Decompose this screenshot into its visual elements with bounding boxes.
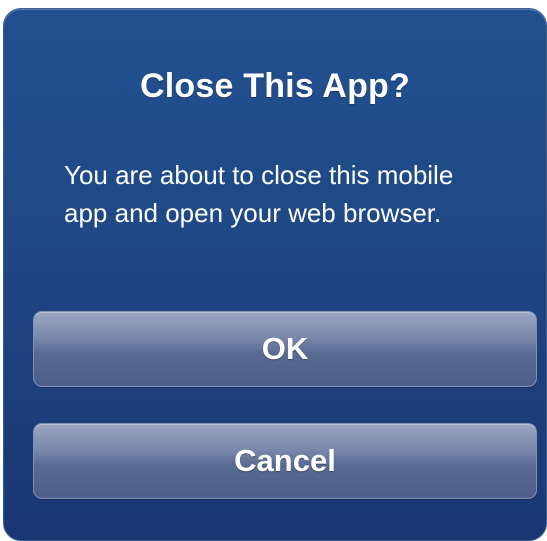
dialog-message: You are about to close this mobile app a… xyxy=(64,160,454,228)
ok-button[interactable]: OK xyxy=(33,311,537,387)
close-app-dialog: Close This App? You are about to close t… xyxy=(3,8,547,541)
cancel-button[interactable]: Cancel xyxy=(33,423,537,499)
dialog-title: Close This App? xyxy=(140,67,410,105)
